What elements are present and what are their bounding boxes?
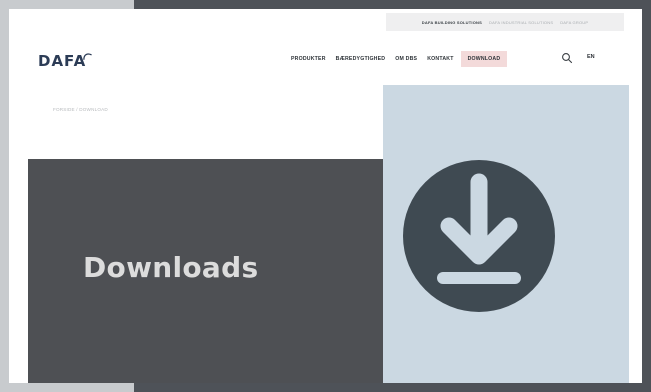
logo-text: DAFA bbox=[38, 52, 87, 70]
browser-page: DAFA BUILDING SOLUTIONS DAFA INDUSTRIAL … bbox=[9, 9, 642, 383]
topbar-link-dafa-group[interactable]: DAFA GROUP bbox=[560, 20, 588, 25]
breadcrumb: FORSIDE / DOWNLOAD bbox=[53, 107, 108, 112]
logo[interactable]: DAFA bbox=[38, 49, 92, 69]
topbar-link-industrial-solutions[interactable]: DAFA INDUSTRIAL SOLUTIONS bbox=[489, 20, 553, 25]
nav-item-download[interactable]: DOWNLOAD bbox=[460, 51, 508, 67]
nav-item-om-dbs[interactable]: OM DBS bbox=[390, 51, 422, 67]
download-icon bbox=[403, 160, 555, 312]
page-title: Downloads bbox=[83, 251, 259, 284]
utility-bar: DAFA BUILDING SOLUTIONS DAFA INDUSTRIAL … bbox=[386, 13, 624, 31]
search-icon[interactable] bbox=[561, 52, 573, 64]
topbar-link-building-solutions[interactable]: DAFA BUILDING SOLUTIONS bbox=[422, 20, 482, 25]
nav-item-produkter[interactable]: PRODUKTER bbox=[286, 51, 331, 67]
main-nav: PRODUKTER BÆREDYGTIGHED OM DBS KONTAKT D… bbox=[286, 51, 508, 67]
hero-title-panel: Downloads bbox=[28, 159, 383, 383]
nav-item-kontakt[interactable]: KONTAKT bbox=[422, 51, 458, 67]
logo-swoosh-icon bbox=[83, 53, 92, 60]
language-switch[interactable]: EN bbox=[587, 54, 595, 60]
nav-item-baeredygtighed[interactable]: BÆREDYGTIGHED bbox=[331, 51, 391, 67]
hero-graphic-panel bbox=[383, 85, 629, 383]
